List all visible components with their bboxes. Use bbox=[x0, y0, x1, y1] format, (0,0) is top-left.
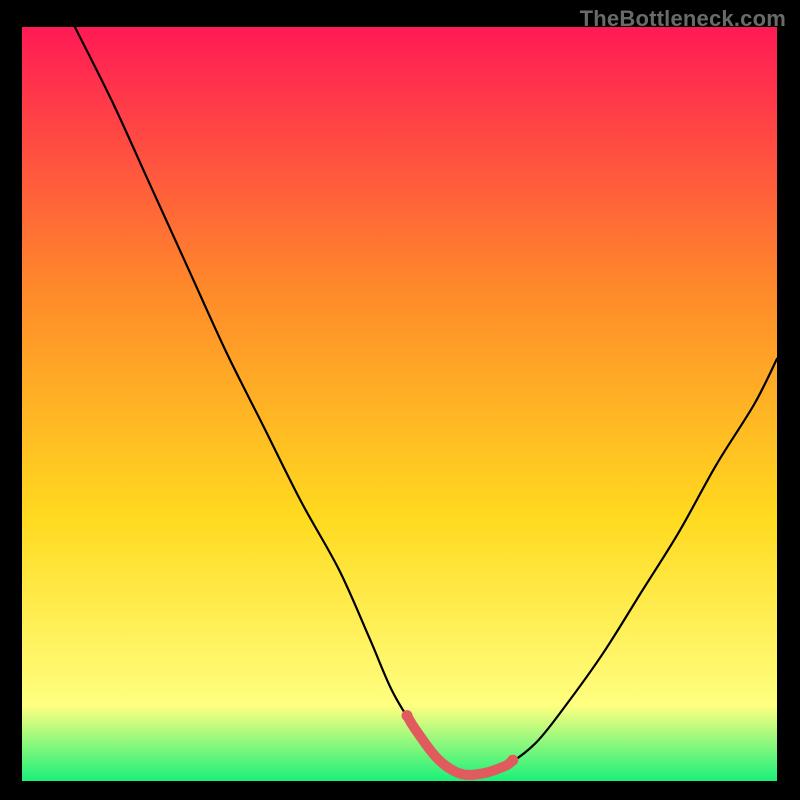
chart-background-gradient bbox=[22, 27, 777, 781]
chart-svg bbox=[22, 27, 777, 781]
highlight-dot-right bbox=[507, 755, 518, 766]
watermark-text: TheBottleneck.com bbox=[580, 6, 786, 32]
chart-container bbox=[22, 27, 777, 781]
highlight-dot-left bbox=[402, 710, 413, 721]
